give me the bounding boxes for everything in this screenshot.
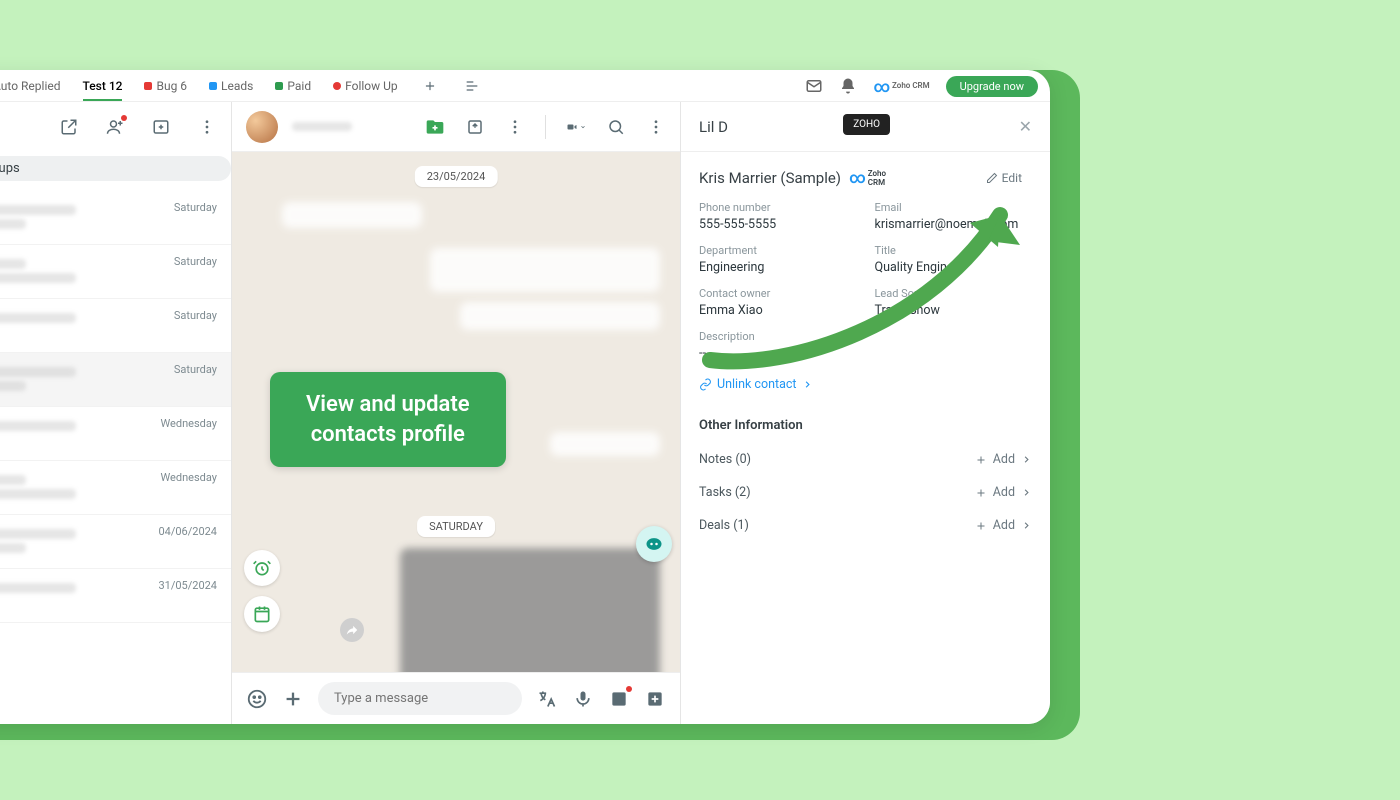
- conv-more-icon[interactable]: [505, 117, 525, 137]
- new-chat-icon[interactable]: [59, 117, 79, 137]
- chat-item[interactable]: Saturday: [0, 245, 231, 299]
- chat-item[interactable]: 31/05/2024: [0, 569, 231, 623]
- video-call-button[interactable]: [566, 117, 586, 137]
- new-window-icon[interactable]: [151, 117, 171, 137]
- field-owner: Contact owner Emma Xiao: [699, 287, 857, 318]
- add-note-button[interactable]: Add: [975, 452, 1032, 467]
- tab-leads[interactable]: Leads: [209, 79, 253, 93]
- field-description: Description --: [699, 330, 1032, 361]
- add-folder-icon[interactable]: [425, 117, 445, 137]
- add-deal-button[interactable]: Add: [975, 518, 1032, 533]
- add-task-button[interactable]: Add: [975, 485, 1032, 500]
- conversation-panel: 23/05/2024 View and update contacts prof…: [232, 102, 680, 724]
- mail-icon[interactable]: [805, 77, 823, 95]
- date-separator: 23/05/2024: [415, 166, 498, 187]
- search-icon[interactable]: [606, 117, 626, 137]
- field-lead-source: Lead Source Trade Show: [875, 287, 1033, 318]
- tasks-row[interactable]: Tasks (2) Add: [699, 476, 1032, 509]
- groups-filter-pill[interactable]: Groups: [0, 156, 231, 181]
- upgrade-button[interactable]: Upgrade now: [946, 76, 1038, 97]
- attach-icon[interactable]: [282, 688, 304, 710]
- chat-item[interactable]: Wednesday: [0, 407, 231, 461]
- template-icon[interactable]: [608, 688, 630, 710]
- tab-settings-icon[interactable]: [462, 76, 482, 96]
- crm-panel: Lil D ✕ Kris Marrier (Sample) ∞ZohoCRM E…: [680, 102, 1050, 724]
- export-icon[interactable]: [465, 117, 485, 137]
- chat-item[interactable]: Wednesday: [0, 461, 231, 515]
- zoho-crm-badge[interactable]: ∞Zoho CRM: [873, 77, 929, 96]
- mic-icon[interactable]: [572, 688, 594, 710]
- tab-bug[interactable]: Bug 6: [144, 79, 187, 93]
- notes-row[interactable]: Notes (0) Add: [699, 443, 1032, 476]
- deals-row[interactable]: Deals (1) Add: [699, 509, 1032, 542]
- bot-icon[interactable]: [636, 526, 672, 562]
- conv-menu-icon[interactable]: [646, 117, 666, 137]
- tab-test[interactable]: Test 12: [83, 79, 123, 93]
- message-input[interactable]: [318, 682, 522, 715]
- avatar[interactable]: [246, 111, 278, 143]
- translate-icon[interactable]: [536, 688, 558, 710]
- bell-icon[interactable]: [839, 77, 857, 95]
- field-department: Department Engineering: [699, 244, 857, 275]
- add-tab-button[interactable]: [420, 76, 440, 96]
- crm-panel-title: Lil D: [699, 118, 728, 136]
- calendar-icon[interactable]: [244, 596, 280, 632]
- zoho-crm-link-badge[interactable]: ∞ZohoCRM: [849, 168, 886, 187]
- date-separator: SATURDAY: [417, 516, 495, 537]
- other-info-heading: Other Information: [699, 418, 1032, 433]
- chat-item[interactable]: Saturday: [0, 353, 231, 407]
- tab-paid[interactable]: Paid: [275, 79, 311, 93]
- field-phone: Phone number 555-555-5555: [699, 201, 857, 232]
- close-icon[interactable]: ✕: [1019, 117, 1032, 136]
- edit-button[interactable]: Edit: [986, 171, 1022, 185]
- chat-item[interactable]: 04/06/2024: [0, 515, 231, 569]
- top-tabs-bar: ad 5 Auto Replied Test 12 Bug 6 Leads Pa…: [0, 70, 1050, 102]
- tab-follow-up[interactable]: Follow Up: [333, 79, 398, 93]
- alarm-icon[interactable]: [244, 550, 280, 586]
- chat-item[interactable]: Saturday: [0, 191, 231, 245]
- quick-add-icon[interactable]: [644, 688, 666, 710]
- field-email: Email krismarrier@noemail.com: [875, 201, 1033, 232]
- contact-name: Kris Marrier (Sample): [699, 169, 841, 187]
- more-icon[interactable]: [197, 117, 217, 137]
- emoji-icon[interactable]: [246, 688, 268, 710]
- unlink-contact-link[interactable]: Unlink contact: [699, 377, 1032, 392]
- zoho-tooltip: ZOHO: [843, 114, 890, 135]
- chat-list-panel: Groups Saturday Saturday Saturday Saturd…: [0, 102, 232, 724]
- chat-item[interactable]: Saturday: [0, 299, 231, 353]
- add-contact-icon[interactable]: [105, 117, 125, 137]
- tab-auto-replied[interactable]: Auto Replied: [0, 79, 61, 93]
- forward-icon[interactable]: [340, 618, 364, 642]
- annotation-callout: View and update contacts profile: [270, 372, 506, 467]
- field-title: Title Quality Engineer: [875, 244, 1033, 275]
